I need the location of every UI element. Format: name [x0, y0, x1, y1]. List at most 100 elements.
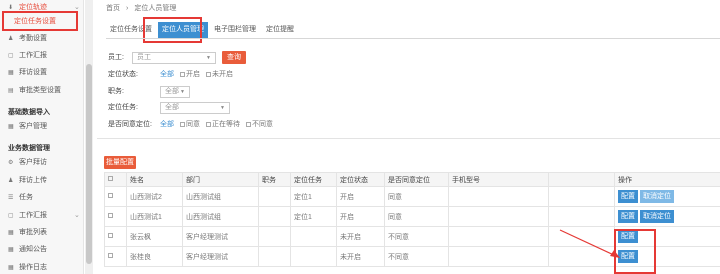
cancel-location-button[interactable]: 取消定位 — [640, 190, 674, 203]
sidebar-item-work-report[interactable]: ▢ 工作汇报 — [8, 50, 47, 62]
status-option-all[interactable]: 全部 — [160, 71, 174, 78]
batch-config-button[interactable]: 批量配置 — [104, 156, 136, 169]
section-divider — [97, 138, 720, 139]
person-icon: ♟ — [8, 36, 14, 42]
sidebar-item-visit-settings[interactable]: ▦ 拜访设置 — [8, 67, 47, 79]
breadcrumb-separator: › — [126, 5, 129, 12]
sidebar-item-work-report-2[interactable]: ▢ 工作汇报 ⌄ — [8, 210, 80, 222]
status-option-on-label: 开启 — [186, 71, 200, 78]
status-label: 定位状态: — [108, 71, 138, 78]
config-button[interactable]: 配置 — [618, 190, 638, 203]
position-select-value: 全部 — [165, 88, 179, 95]
cell-position — [258, 246, 291, 267]
checkbox[interactable] — [180, 71, 185, 77]
select-all-checkbox[interactable] — [108, 176, 113, 181]
status-option-off[interactable]: 未开启 — [206, 71, 233, 78]
cell-phone — [448, 226, 549, 247]
position-select[interactable]: 全部 ▼ — [160, 86, 190, 98]
sidebar-item-customer-visit[interactable]: ⚙ 客户拜访 — [8, 157, 47, 169]
consent-option-disagree[interactable]: 不同意 — [246, 121, 273, 128]
cell-dept: 客户经理测试 — [182, 246, 259, 267]
sidebar-item-visit-upload[interactable]: ♟ 拜访上传 — [8, 175, 47, 187]
breadcrumb-home[interactable]: 首页 — [106, 5, 120, 12]
consent-label: 是否同意定位: — [108, 121, 152, 128]
chevron-down-icon: ▼ — [220, 105, 225, 111]
cell-status: 未开启 — [336, 226, 385, 247]
consent-option-all[interactable]: 全部 — [160, 121, 174, 128]
status-option-on[interactable]: 开启 — [180, 71, 200, 78]
sidebar-item-label: 审批列表 — [19, 229, 47, 236]
row-checkbox[interactable] — [108, 193, 113, 198]
tab-geofence[interactable]: 电子围栏管理 — [210, 22, 260, 38]
doc-icon: ▢ — [8, 53, 14, 59]
position-label: 职务: — [108, 88, 124, 95]
task-select-value: 全部 — [165, 104, 179, 111]
config-button[interactable]: 配置 — [618, 210, 638, 223]
consent-options: 全部 同意 正在等待 不同意 — [160, 119, 279, 131]
status-options: 全部 开启 未开启 — [160, 69, 239, 81]
sidebar-item-attendance[interactable]: ♟ 考勤设置 — [8, 33, 47, 45]
tab-location-reminder[interactable]: 定位提醒 — [262, 22, 298, 38]
grid-icon: ▦ — [8, 265, 14, 271]
task-select[interactable]: 全部 ▼ — [160, 102, 230, 114]
cell-status: 开启 — [336, 206, 385, 227]
sidebar-item-approval-types[interactable]: ▤ 审批类型设置 — [8, 85, 61, 97]
checkbox[interactable] — [206, 121, 211, 127]
grid-icon: ▦ — [8, 70, 14, 76]
tab-divider — [106, 38, 720, 39]
sidebar-item-approval-list[interactable]: ▦ 审批列表 — [8, 227, 47, 239]
checkbox[interactable] — [180, 121, 185, 127]
sidebar-item-label: 客户拜访 — [19, 159, 47, 166]
cell-position — [258, 186, 291, 207]
sidebar-item-label: 通知公告 — [19, 246, 47, 253]
header-task: 定位任务 — [290, 172, 337, 187]
table-header-row: 姓名 部门 职务 定位任务 定位状态 是否同意定位 手机型号 操作 — [104, 172, 720, 187]
row-checkbox[interactable] — [108, 213, 113, 218]
cell-name: 张桂良 — [126, 246, 183, 267]
cell-consent: 不同意 — [384, 226, 449, 247]
sidebar-item-label: 操作日志 — [19, 264, 47, 271]
checkbox[interactable] — [206, 71, 211, 77]
task-label: 定位任务: — [108, 104, 138, 111]
chevron-down-icon: ⌄ — [74, 212, 80, 219]
doc-icon: ▢ — [8, 213, 14, 219]
sidebar-item-label: 客户管理 — [19, 123, 47, 130]
search-button[interactable]: 查询 — [222, 51, 246, 64]
sidebar-item-label: 拜访上传 — [19, 177, 47, 184]
grid-icon: ▦ — [8, 124, 14, 130]
employee-select[interactable]: 员工 ▼ — [132, 52, 216, 64]
grid-icon: ▦ — [8, 230, 14, 236]
row-checkbox[interactable] — [108, 253, 113, 258]
consent-option-waiting[interactable]: 正在等待 — [206, 121, 240, 128]
breadcrumb-current: 定位人员管理 — [134, 5, 177, 12]
sidebar-scrollbar[interactable] — [85, 0, 93, 274]
sidebar-item-customer-management[interactable]: ▦ 客户管理 — [8, 121, 47, 133]
cell-task: 定位1 — [290, 186, 337, 207]
table-row: 山西测试1 山西测试组 定位1 开启 同意 配置 取消定位 — [104, 206, 720, 227]
cell-dept: 客户经理测试 — [182, 226, 259, 247]
cell-name: 山西测试2 — [126, 186, 183, 207]
cell-position — [258, 206, 291, 227]
cell-task — [290, 226, 337, 247]
sidebar-item-tasks[interactable]: ☰ 任务 — [8, 192, 33, 204]
cell-dept: 山西测试组 — [182, 206, 259, 227]
cancel-location-button[interactable]: 取消定位 — [640, 210, 674, 223]
header-select — [104, 172, 127, 187]
consent-option-waiting-label: 正在等待 — [212, 121, 240, 128]
chevron-down-icon: ▼ — [206, 55, 211, 61]
checkbox[interactable] — [246, 121, 251, 127]
cell-consent: 不同意 — [384, 246, 449, 267]
sidebar-item-label: 工作汇报 — [19, 52, 47, 59]
annotation-arrow — [559, 229, 620, 258]
consent-option-agree-label: 同意 — [186, 121, 200, 128]
person-icon: ♟ — [8, 178, 14, 184]
sidebar-item-announcements[interactable]: ▦ 通知公告 — [8, 244, 47, 256]
scrollbar-thumb[interactable] — [86, 64, 92, 264]
sidebar-item-label: 任务 — [19, 194, 33, 201]
header-blank — [548, 172, 615, 187]
row-checkbox[interactable] — [108, 233, 113, 238]
cell-name: 山西测试1 — [126, 206, 183, 227]
consent-option-agree[interactable]: 同意 — [180, 121, 200, 128]
sidebar-item-operation-log[interactable]: ▦ 操作日志 — [8, 262, 47, 274]
cell-blank — [548, 206, 615, 227]
